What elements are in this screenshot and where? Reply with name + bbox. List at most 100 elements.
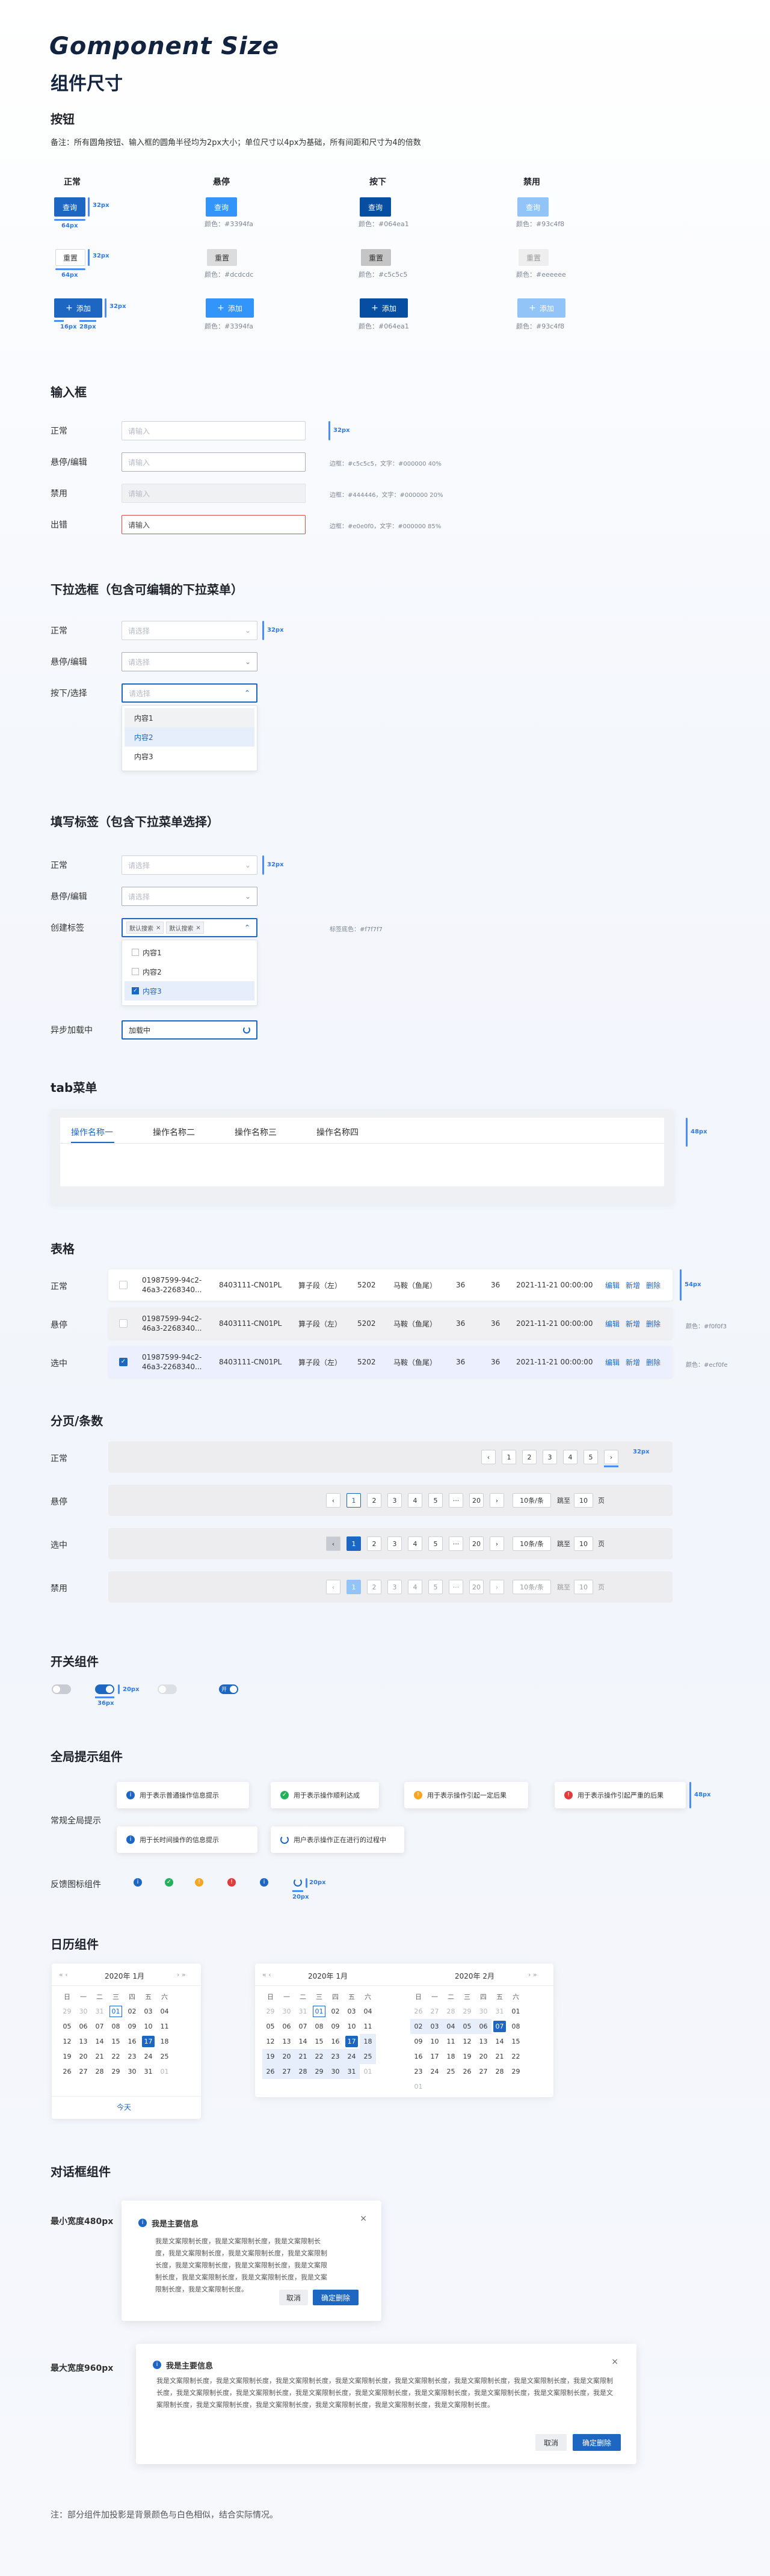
calendar-day[interactable]: 05 bbox=[459, 2019, 475, 2034]
select-option[interactable]: 内容3 bbox=[125, 747, 254, 766]
calendar-day[interactable]: 08 bbox=[108, 2019, 124, 2034]
calendar-day[interactable]: 27 bbox=[475, 2064, 491, 2079]
close-icon[interactable]: × bbox=[196, 925, 200, 931]
calendar-day[interactable]: 28 bbox=[295, 2064, 311, 2079]
calendar-day[interactable]: 14 bbox=[295, 2034, 311, 2049]
close-icon[interactable]: × bbox=[360, 2214, 367, 2223]
calendar-day[interactable]: 18 bbox=[360, 2034, 376, 2049]
calendar-day[interactable]: 25 bbox=[156, 2049, 173, 2064]
row-checkbox[interactable] bbox=[119, 1281, 128, 1289]
calendar-day[interactable]: 17 bbox=[345, 2036, 358, 2047]
tagsel-hover[interactable]: 请选择 ⌄ bbox=[122, 887, 257, 906]
calendar-day[interactable]: 29 bbox=[59, 2004, 75, 2019]
calendar-day[interactable]: 10 bbox=[140, 2019, 156, 2034]
calendar-day[interactable]: 22 bbox=[508, 2049, 524, 2064]
next-year-icon[interactable]: › » bbox=[177, 1971, 186, 1979]
calendar-day[interactable]: 16 bbox=[410, 2049, 427, 2064]
query-button-press[interactable]: 查询 bbox=[360, 197, 391, 217]
page-5[interactable]: 5 bbox=[428, 1493, 443, 1508]
page-2[interactable]: 2 bbox=[522, 1450, 537, 1464]
page-2[interactable]: 2 bbox=[367, 1493, 381, 1508]
jump-input[interactable]: 10 bbox=[574, 1493, 593, 1508]
switch-on-with-text[interactable]: 开 bbox=[219, 1684, 238, 1694]
add-link[interactable]: 新增 bbox=[626, 1269, 640, 1301]
tagsel-create[interactable]: 默认搜索 × 默认搜索 × ⌃ bbox=[122, 918, 257, 937]
calendar-day[interactable]: 28 bbox=[91, 2064, 108, 2079]
calendar-day[interactable]: 25 bbox=[360, 2049, 376, 2064]
add-link[interactable]: 新增 bbox=[626, 1308, 640, 1339]
calendar-day[interactable]: 30 bbox=[75, 2004, 91, 2019]
page-1[interactable]: 1 bbox=[346, 1536, 361, 1551]
page-20[interactable]: 20 bbox=[469, 1493, 484, 1508]
calendar-day[interactable]: 09 bbox=[124, 2019, 140, 2034]
calendar-day[interactable]: 21 bbox=[91, 2049, 108, 2064]
page-5[interactable]: 5 bbox=[584, 1450, 598, 1464]
row-checkbox-checked[interactable]: ✓ bbox=[119, 1358, 128, 1366]
calendar-day[interactable]: 27 bbox=[279, 2064, 295, 2079]
calendar-day[interactable]: 02 bbox=[124, 2004, 140, 2019]
calendar-day[interactable]: 29 bbox=[459, 2004, 475, 2019]
input-normal[interactable]: 请输入 bbox=[122, 421, 306, 440]
delete-link[interactable]: 删除 bbox=[646, 1308, 661, 1339]
calendar-day[interactable]: 31 bbox=[295, 2004, 311, 2019]
calendar-day[interactable]: 29 bbox=[311, 2064, 327, 2079]
calendar-day[interactable]: 19 bbox=[262, 2049, 279, 2064]
calendar-day[interactable]: 26 bbox=[262, 2064, 279, 2079]
close-icon[interactable]: × bbox=[156, 925, 161, 931]
select-hover[interactable]: 请选择 ⌄ bbox=[122, 652, 257, 671]
page-4[interactable]: 4 bbox=[408, 1536, 422, 1551]
calendar-day[interactable]: 30 bbox=[327, 2064, 343, 2079]
input-hover[interactable]: 请输入 bbox=[122, 452, 306, 472]
calendar-day[interactable]: 03 bbox=[427, 2019, 443, 2034]
tagsel-normal[interactable]: 请选择 ⌄ bbox=[122, 855, 257, 875]
tab-1[interactable]: 操作名称一 bbox=[71, 1126, 113, 1138]
checkbox[interactable] bbox=[132, 968, 139, 975]
calendar-day[interactable]: 14 bbox=[91, 2034, 108, 2049]
calendar-day[interactable]: 05 bbox=[59, 2019, 75, 2034]
page-20[interactable]: 20 bbox=[469, 1536, 484, 1551]
calendar-day[interactable]: 11 bbox=[360, 2019, 376, 2034]
calendar-day[interactable]: 16 bbox=[124, 2034, 140, 2049]
calendar-day[interactable]: 21 bbox=[491, 2049, 508, 2064]
page-3[interactable]: 3 bbox=[543, 1450, 557, 1464]
calendar-day[interactable]: 30 bbox=[475, 2004, 491, 2019]
table-row-hover[interactable]: 01987599-94c2-46a3-2268340... 8403111-CN… bbox=[108, 1308, 673, 1339]
calendar-day[interactable]: 31 bbox=[343, 2064, 360, 2079]
edit-link[interactable]: 编辑 bbox=[605, 1308, 620, 1339]
query-button-hover[interactable]: 查询 bbox=[206, 197, 237, 217]
calendar-day[interactable]: 01 bbox=[108, 2004, 124, 2019]
calendar-day[interactable]: 20 bbox=[279, 2049, 295, 2064]
tagsel-loading[interactable]: 加载中 bbox=[122, 1020, 257, 1040]
calendar-day[interactable]: 22 bbox=[108, 2049, 124, 2064]
select-option[interactable]: 内容2 bbox=[125, 727, 254, 747]
close-icon[interactable]: × bbox=[611, 2357, 618, 2367]
calendar-day[interactable]: 29 bbox=[108, 2064, 124, 2079]
calendar-day[interactable]: 19 bbox=[59, 2049, 75, 2064]
add-button-normal[interactable]: + 添加 bbox=[54, 298, 102, 318]
calendar-day[interactable]: 04 bbox=[360, 2004, 376, 2019]
calendar-day[interactable]: 04 bbox=[156, 2004, 173, 2019]
calendar-day[interactable]: 01 bbox=[156, 2064, 173, 2079]
today-link[interactable]: 今天 bbox=[117, 2102, 131, 2112]
calendar-day[interactable]: 17 bbox=[427, 2049, 443, 2064]
prev-year-icon[interactable]: « ‹ bbox=[59, 1971, 68, 1979]
calendar-day[interactable]: 26 bbox=[459, 2064, 475, 2079]
calendar-day[interactable]: 06 bbox=[75, 2019, 91, 2034]
calendar-day[interactable]: 13 bbox=[279, 2034, 295, 2049]
calendar-day[interactable]: 21 bbox=[295, 2049, 311, 2064]
calendar-day[interactable]: 01 bbox=[311, 2004, 327, 2019]
calendar-day[interactable]: 01 bbox=[508, 2004, 524, 2019]
calendar-day[interactable]: 06 bbox=[475, 2019, 491, 2034]
table-row-normal[interactable]: 01987599-94c2-46a3-2268340... 8403111-CN… bbox=[108, 1269, 673, 1301]
calendar-day[interactable]: 22 bbox=[311, 2049, 327, 2064]
calendar-day[interactable]: 03 bbox=[140, 2004, 156, 2019]
calendar-day[interactable]: 26 bbox=[410, 2004, 427, 2019]
calendar-day[interactable]: 09 bbox=[327, 2019, 343, 2034]
next-year-icon[interactable]: › » bbox=[528, 1971, 537, 1979]
select-normal[interactable]: 请选择 ⌄ bbox=[122, 621, 257, 640]
tagsel-option[interactable]: ✓ 内容3 bbox=[125, 981, 254, 1000]
calendar-day[interactable]: 04 bbox=[443, 2019, 459, 2034]
confirm-delete-button[interactable]: 确定删除 bbox=[573, 2434, 621, 2451]
edit-link[interactable]: 编辑 bbox=[605, 1346, 620, 1378]
tab-2[interactable]: 操作名称二 bbox=[153, 1126, 195, 1138]
